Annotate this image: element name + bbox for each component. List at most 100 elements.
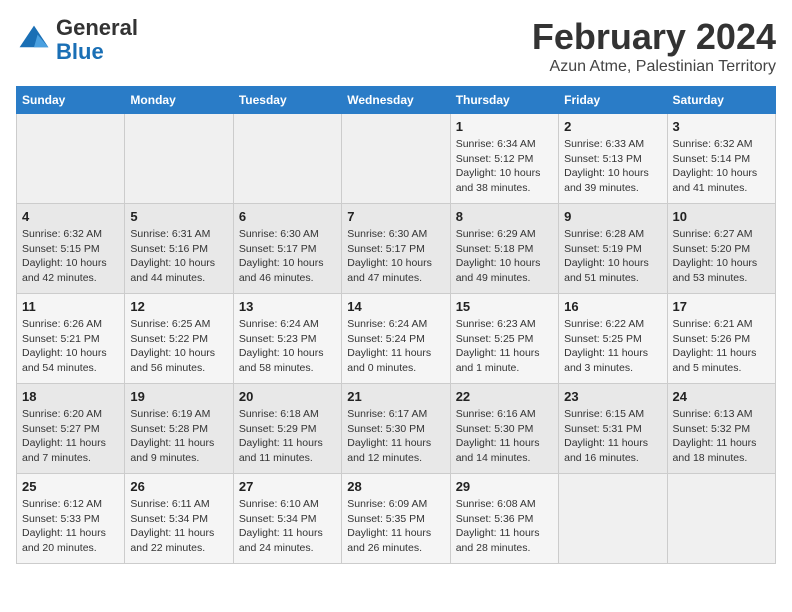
weekday-monday: Monday [125, 87, 233, 114]
week-row-5: 25 Sunrise: 6:12 AMSunset: 5:33 PMDayligh… [17, 474, 776, 564]
day-number: 7 [347, 209, 444, 224]
calendar-cell: 20 Sunrise: 6:18 AMSunset: 5:29 PMDayligh… [233, 384, 341, 474]
day-info: Sunrise: 6:23 AMSunset: 5:25 PMDaylight:… [456, 317, 553, 376]
calendar-cell: 6 Sunrise: 6:30 AMSunset: 5:17 PMDaylight… [233, 204, 341, 294]
title-area: February 2024 Azun Atme, Palestinian Ter… [532, 16, 776, 76]
weekday-wednesday: Wednesday [342, 87, 450, 114]
day-info: Sunrise: 6:10 AMSunset: 5:34 PMDaylight:… [239, 497, 336, 556]
day-number: 1 [456, 119, 553, 134]
calendar-cell [233, 114, 341, 204]
calendar-cell [667, 474, 775, 564]
day-number: 3 [673, 119, 770, 134]
day-info: Sunrise: 6:30 AMSunset: 5:17 PMDaylight:… [347, 227, 444, 286]
weekday-sunday: Sunday [17, 87, 125, 114]
calendar-cell: 29 Sunrise: 6:08 AMSunset: 5:36 PMDayligh… [450, 474, 558, 564]
calendar-cell: 11Sunrise: 6:26 AMSunset: 5:21 PMDayligh… [17, 294, 125, 384]
day-number: 21 [347, 389, 444, 404]
day-number: 12 [130, 299, 227, 314]
day-info: Sunrise: 6:16 AMSunset: 5:30 PMDaylight:… [456, 407, 553, 466]
day-info: Sunrise: 6:26 AMSunset: 5:21 PMDaylight:… [22, 317, 119, 376]
day-number: 24 [673, 389, 770, 404]
day-number: 6 [239, 209, 336, 224]
calendar-cell: 1 Sunrise: 6:34 AMSunset: 5:12 PMDaylight… [450, 114, 558, 204]
calendar-cell [559, 474, 667, 564]
week-row-3: 11Sunrise: 6:26 AMSunset: 5:21 PMDayligh… [17, 294, 776, 384]
weekday-tuesday: Tuesday [233, 87, 341, 114]
logo: General Blue [16, 16, 138, 64]
calendar-cell: 25 Sunrise: 6:12 AMSunset: 5:33 PMDayligh… [17, 474, 125, 564]
day-number: 2 [564, 119, 661, 134]
weekday-friday: Friday [559, 87, 667, 114]
calendar-cell: 22 Sunrise: 6:16 AMSunset: 5:30 PMDayligh… [450, 384, 558, 474]
day-number: 9 [564, 209, 661, 224]
day-info: Sunrise: 6:22 AMSunset: 5:25 PMDaylight:… [564, 317, 661, 376]
logo-text-blue: Blue [56, 40, 138, 64]
day-info: Sunrise: 6:27 AMSunset: 5:20 PMDaylight:… [673, 227, 770, 286]
day-info: Sunrise: 6:18 AMSunset: 5:29 PMDaylight:… [239, 407, 336, 466]
day-number: 18 [22, 389, 119, 404]
calendar-cell: 9 Sunrise: 6:28 AMSunset: 5:19 PMDaylight… [559, 204, 667, 294]
day-info: Sunrise: 6:24 AMSunset: 5:24 PMDaylight:… [347, 317, 444, 376]
logo-text-general: General [56, 16, 138, 40]
calendar-cell: 24 Sunrise: 6:13 AMSunset: 5:32 PMDayligh… [667, 384, 775, 474]
calendar-cell: 3 Sunrise: 6:32 AMSunset: 5:14 PMDaylight… [667, 114, 775, 204]
calendar-cell: 17Sunrise: 6:21 AMSunset: 5:26 PMDayligh… [667, 294, 775, 384]
day-info: Sunrise: 6:13 AMSunset: 5:32 PMDaylight:… [673, 407, 770, 466]
day-number: 15 [456, 299, 553, 314]
week-row-1: 1 Sunrise: 6:34 AMSunset: 5:12 PMDaylight… [17, 114, 776, 204]
weekday-header-row: SundayMondayTuesdayWednesdayThursdayFrid… [17, 87, 776, 114]
calendar-cell: 15 Sunrise: 6:23 AMSunset: 5:25 PMDayligh… [450, 294, 558, 384]
calendar-cell: 19Sunrise: 6:19 AMSunset: 5:28 PMDayligh… [125, 384, 233, 474]
day-number: 29 [456, 479, 553, 494]
day-number: 16 [564, 299, 661, 314]
calendar-cell: 18 Sunrise: 6:20 AMSunset: 5:27 PMDayligh… [17, 384, 125, 474]
week-row-4: 18 Sunrise: 6:20 AMSunset: 5:27 PMDayligh… [17, 384, 776, 474]
day-info: Sunrise: 6:33 AMSunset: 5:13 PMDaylight:… [564, 137, 661, 196]
calendar-cell: 16 Sunrise: 6:22 AMSunset: 5:25 PMDayligh… [559, 294, 667, 384]
day-number: 22 [456, 389, 553, 404]
day-info: Sunrise: 6:20 AMSunset: 5:27 PMDaylight:… [22, 407, 119, 466]
day-number: 20 [239, 389, 336, 404]
weekday-thursday: Thursday [450, 87, 558, 114]
day-info: Sunrise: 6:29 AMSunset: 5:18 PMDaylight:… [456, 227, 553, 286]
day-info: Sunrise: 6:08 AMSunset: 5:36 PMDaylight:… [456, 497, 553, 556]
day-info: Sunrise: 6:17 AMSunset: 5:30 PMDaylight:… [347, 407, 444, 466]
day-number: 5 [130, 209, 227, 224]
calendar-cell: 12Sunrise: 6:25 AMSunset: 5:22 PMDayligh… [125, 294, 233, 384]
calendar-cell: 2 Sunrise: 6:33 AMSunset: 5:13 PMDaylight… [559, 114, 667, 204]
day-number: 27 [239, 479, 336, 494]
subtitle: Azun Atme, Palestinian Territory [532, 58, 776, 76]
day-info: Sunrise: 6:32 AMSunset: 5:15 PMDaylight:… [22, 227, 119, 286]
day-number: 28 [347, 479, 444, 494]
day-number: 17 [673, 299, 770, 314]
day-info: Sunrise: 6:30 AMSunset: 5:17 PMDaylight:… [239, 227, 336, 286]
weekday-saturday: Saturday [667, 87, 775, 114]
day-info: Sunrise: 6:11 AMSunset: 5:34 PMDaylight:… [130, 497, 227, 556]
day-number: 23 [564, 389, 661, 404]
calendar-cell: 4 Sunrise: 6:32 AMSunset: 5:15 PMDaylight… [17, 204, 125, 294]
calendar-table: SundayMondayTuesdayWednesdayThursdayFrid… [16, 86, 776, 564]
calendar-cell: 28 Sunrise: 6:09 AMSunset: 5:35 PMDayligh… [342, 474, 450, 564]
calendar-cell: 26Sunrise: 6:11 AMSunset: 5:34 PMDayligh… [125, 474, 233, 564]
header: General Blue February 2024 Azun Atme, Pa… [16, 16, 776, 76]
day-number: 25 [22, 479, 119, 494]
calendar-cell: 10 Sunrise: 6:27 AMSunset: 5:20 PMDayligh… [667, 204, 775, 294]
day-number: 14 [347, 299, 444, 314]
day-info: Sunrise: 6:12 AMSunset: 5:33 PMDaylight:… [22, 497, 119, 556]
calendar-cell [17, 114, 125, 204]
day-info: Sunrise: 6:34 AMSunset: 5:12 PMDaylight:… [456, 137, 553, 196]
calendar-cell: 21 Sunrise: 6:17 AMSunset: 5:30 PMDayligh… [342, 384, 450, 474]
day-info: Sunrise: 6:24 AMSunset: 5:23 PMDaylight:… [239, 317, 336, 376]
calendar-header: SundayMondayTuesdayWednesdayThursdayFrid… [17, 87, 776, 114]
calendar-cell: 23 Sunrise: 6:15 AMSunset: 5:31 PMDayligh… [559, 384, 667, 474]
day-info: Sunrise: 6:09 AMSunset: 5:35 PMDaylight:… [347, 497, 444, 556]
day-info: Sunrise: 6:32 AMSunset: 5:14 PMDaylight:… [673, 137, 770, 196]
main-title: February 2024 [532, 16, 776, 58]
calendar-body: 1 Sunrise: 6:34 AMSunset: 5:12 PMDaylight… [17, 114, 776, 564]
day-info: Sunrise: 6:15 AMSunset: 5:31 PMDaylight:… [564, 407, 661, 466]
calendar-cell: 27 Sunrise: 6:10 AMSunset: 5:34 PMDayligh… [233, 474, 341, 564]
day-number: 10 [673, 209, 770, 224]
day-info: Sunrise: 6:28 AMSunset: 5:19 PMDaylight:… [564, 227, 661, 286]
logo-icon [16, 22, 52, 58]
day-number: 4 [22, 209, 119, 224]
